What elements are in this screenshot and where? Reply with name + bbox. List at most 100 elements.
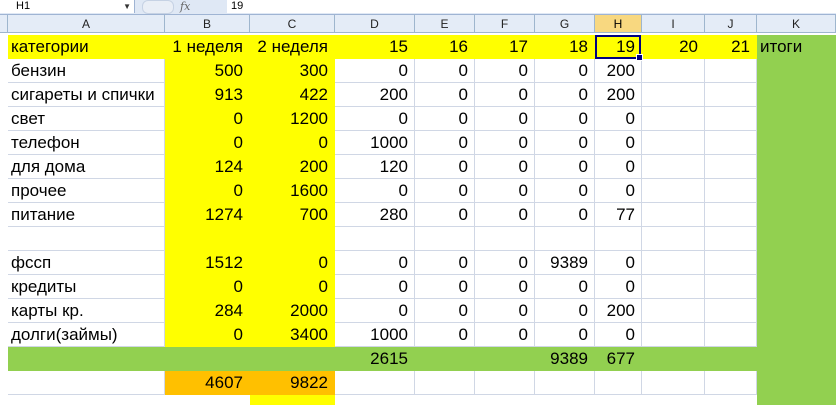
cell-d1[interactable]: 15 [335,35,415,59]
cell-c5[interactable]: 0 [250,131,335,155]
cell-g12[interactable]: 0 [535,299,595,323]
cell-f2[interactable]: 0 [475,59,535,83]
cell-j2[interactable] [705,59,757,83]
cell-c6[interactable]: 200 [250,155,335,179]
column-header-b[interactable]: B [165,15,250,33]
cell-c1[interactable]: 2 неделя [250,35,335,59]
column-header-f[interactable]: F [475,15,535,33]
cell-b2[interactable]: 500 [165,59,250,83]
column-header-d[interactable]: D [335,15,415,33]
cell-h1[interactable]: 19 [595,35,642,59]
cell-k6[interactable] [757,155,836,179]
cell-f9[interactable] [475,227,535,251]
cell-c12[interactable]: 2000 [250,299,335,323]
cell-a9[interactable] [8,227,165,251]
cell-f13[interactable]: 0 [475,323,535,347]
cell-k12[interactable] [757,299,836,323]
cell-a13[interactable]: долги(займы) [8,323,165,347]
cell-d7[interactable]: 0 [335,179,415,203]
cell-b15[interactable]: 4607 [165,371,250,395]
cell-k4[interactable] [757,107,836,131]
cell-a5[interactable]: телефон [8,131,165,155]
cell-b12[interactable]: 284 [165,299,250,323]
cell-d3[interactable]: 200 [335,83,415,107]
cell-g3[interactable]: 0 [535,83,595,107]
cell-b1[interactable]: 1 неделя [165,35,250,59]
cell-d11[interactable]: 0 [335,275,415,299]
cell-b6[interactable]: 124 [165,155,250,179]
cell-a14[interactable] [8,347,165,371]
formula-input[interactable]: 19 [227,0,836,13]
column-header-i[interactable]: I [642,15,705,33]
cell-e14[interactable] [415,347,475,371]
cell-i3[interactable] [642,83,705,107]
cell-a3[interactable]: сигареты и спички [8,83,165,107]
cell-a12[interactable]: карты кр. [8,299,165,323]
cell-h11[interactable]: 0 [595,275,642,299]
cell-i14[interactable] [642,347,705,371]
cell-e3[interactable]: 0 [415,83,475,107]
cell-h6[interactable]: 0 [595,155,642,179]
cell-f10[interactable]: 0 [475,251,535,275]
cell-e11[interactable]: 0 [415,275,475,299]
cell-a6[interactable]: для дома [8,155,165,179]
cell-d10[interactable]: 0 [335,251,415,275]
cell-j5[interactable] [705,131,757,155]
column-header-j[interactable]: J [705,15,757,33]
cell-i11[interactable] [642,275,705,299]
cell-f5[interactable]: 0 [475,131,535,155]
cell-i1[interactable]: 20 [642,35,705,59]
cell-c13[interactable]: 3400 [250,323,335,347]
cell-f8[interactable]: 0 [475,203,535,227]
cell-i5[interactable] [642,131,705,155]
cell-f6[interactable]: 0 [475,155,535,179]
column-header-g[interactable]: G [535,15,595,33]
cell-a10[interactable]: фссп [8,251,165,275]
cell-j4[interactable] [705,107,757,131]
cell-a8[interactable]: питание [8,203,165,227]
cell-g1[interactable]: 18 [535,35,595,59]
cell-i9[interactable] [642,227,705,251]
cell-c3[interactable]: 422 [250,83,335,107]
cell-k1[interactable]: итоги [757,35,836,59]
cell-d13[interactable]: 1000 [335,323,415,347]
select-all-corner[interactable] [0,15,8,33]
cell-c15[interactable]: 9822 [250,371,335,395]
cell-d14[interactable]: 2615 [335,347,415,371]
cell-j8[interactable] [705,203,757,227]
cell-k10[interactable] [757,251,836,275]
cell-c14[interactable] [250,347,335,371]
cell-i2[interactable] [642,59,705,83]
cell-a7[interactable]: прочее [8,179,165,203]
cell-d9[interactable] [335,227,415,251]
cell-e5[interactable]: 0 [415,131,475,155]
cell-g2[interactable]: 0 [535,59,595,83]
cell-h2[interactable]: 200 [595,59,642,83]
cell-b8[interactable]: 1274 [165,203,250,227]
cell-h3[interactable]: 200 [595,83,642,107]
cell-d8[interactable]: 280 [335,203,415,227]
cell-g5[interactable]: 0 [535,131,595,155]
cell-c4[interactable]: 1200 [250,107,335,131]
cell-e12[interactable]: 0 [415,299,475,323]
cell-e10[interactable]: 0 [415,251,475,275]
cell-e2[interactable]: 0 [415,59,475,83]
cell-k13[interactable] [757,323,836,347]
cell-k8[interactable] [757,203,836,227]
cell-e1[interactable]: 16 [415,35,475,59]
cell-j15[interactable] [705,371,757,395]
cell-h12[interactable]: 200 [595,299,642,323]
cell-h15[interactable] [595,371,642,395]
cell-i4[interactable] [642,107,705,131]
cell-b10[interactable]: 1512 [165,251,250,275]
column-header-a[interactable]: A [8,15,165,33]
cell-k17[interactable] [757,395,836,405]
cell-d5[interactable]: 1000 [335,131,415,155]
cell-c2[interactable]: 300 [250,59,335,83]
cell-b9[interactable] [165,227,250,251]
cell-d4[interactable]: 0 [335,107,415,131]
cell-k11[interactable] [757,275,836,299]
column-header-h[interactable]: H [595,15,642,33]
cell-k9[interactable] [757,227,836,251]
cell-i7[interactable] [642,179,705,203]
